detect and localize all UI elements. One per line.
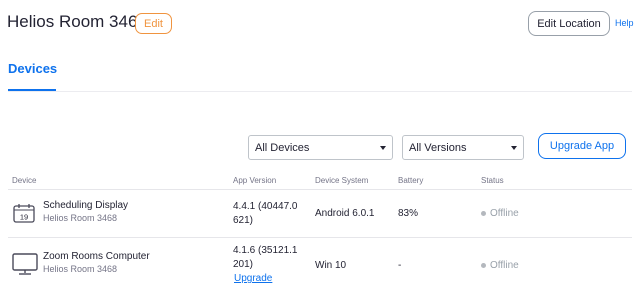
device-system-cell: Win 10 xyxy=(315,260,347,271)
row-divider xyxy=(8,237,632,238)
offline-dot-icon xyxy=(481,211,486,216)
device-filter-value: All Devices xyxy=(255,141,310,154)
caret-down-icon xyxy=(380,146,386,150)
column-header-app-version: App Version xyxy=(233,176,277,185)
app-version-text-cont: 621) xyxy=(233,215,254,226)
status-text: Offline xyxy=(490,208,519,219)
caret-down-icon xyxy=(511,146,517,150)
device-filter-select[interactable]: All Devices xyxy=(248,135,393,160)
edit-room-name-button[interactable]: Edit xyxy=(135,13,172,34)
edit-location-button[interactable]: Edit Location xyxy=(528,11,610,36)
tab-divider xyxy=(8,91,632,92)
app-version-text: 4.4.1 (40447.0 xyxy=(233,201,298,212)
column-header-battery: Battery xyxy=(398,176,424,185)
version-filter-value: All Versions xyxy=(409,141,467,154)
monitor-icon xyxy=(12,253,38,275)
tab-devices[interactable]: Devices xyxy=(8,61,57,76)
device-cell: Scheduling Display Helios Room 3468 xyxy=(43,200,128,223)
device-name: Scheduling Display xyxy=(43,200,129,211)
status-text: Offline xyxy=(490,260,519,271)
device-room: Helios Room 3468 xyxy=(43,264,118,274)
calendar-icon: 19 xyxy=(13,204,35,223)
table-header-divider xyxy=(8,189,632,190)
battery-cell: 83% xyxy=(398,208,419,219)
calendar-day-text: 19 xyxy=(20,213,28,222)
help-link[interactable]: Help xyxy=(615,18,634,28)
column-header-device: Device xyxy=(12,176,37,185)
app-version-cell: 4.4.1 (40447.0 621) xyxy=(233,200,298,228)
offline-dot-icon xyxy=(481,263,486,268)
upgrade-app-button[interactable]: Upgrade App xyxy=(538,133,626,159)
app-version-text-cont: 201) xyxy=(233,259,254,270)
device-cell: Zoom Rooms Computer Helios Room 3468 xyxy=(43,251,150,274)
column-header-device-system: Device System xyxy=(315,176,369,185)
version-filter-select[interactable]: All Versions xyxy=(402,135,524,160)
battery-cell: - xyxy=(398,260,402,271)
app-version-cell: 4.1.6 (35121.1 201) Upgrade xyxy=(233,244,298,286)
device-name: Zoom Rooms Computer xyxy=(43,251,150,262)
status-badge: Offline xyxy=(481,260,519,271)
room-title: Helios Room 3468 xyxy=(7,12,147,31)
device-system-cell: Android 6.0.1 xyxy=(315,208,375,219)
upgrade-link[interactable]: Upgrade xyxy=(234,272,298,286)
app-version-text: 4.1.6 (35121.1 xyxy=(233,245,298,256)
column-header-status: Status xyxy=(481,176,504,185)
device-room: Helios Room 3468 xyxy=(43,213,118,223)
status-badge: Offline xyxy=(481,208,519,219)
